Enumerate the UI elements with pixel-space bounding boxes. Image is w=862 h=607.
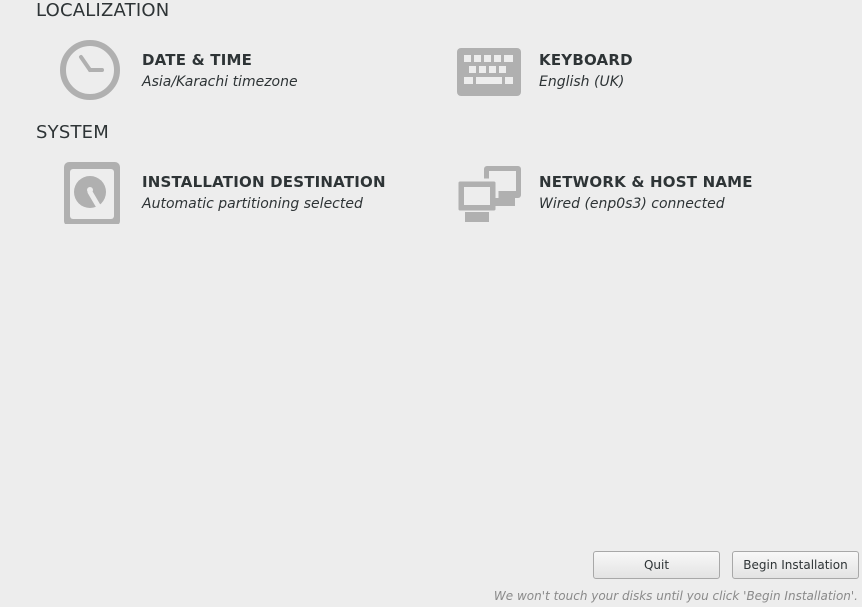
spoke-status: Wired (enp0s3) connected: [539, 196, 725, 212]
disk-warning-note: We won't touch your disks until you clic…: [493, 589, 858, 603]
spoke-title: DATE & TIME: [142, 51, 253, 69]
spoke-network-host-name[interactable]: NETWORK & HOST NAME Wired (enp0s3) conne…: [457, 160, 757, 226]
spoke-date-time[interactable]: DATE & TIME Asia/Karachi timezone: [60, 38, 360, 104]
begin-installation-button[interactable]: Begin Installation: [732, 551, 859, 579]
spoke-title: NETWORK & HOST NAME: [539, 173, 753, 191]
hard-disk-icon: [60, 160, 124, 224]
keyboard-icon: [457, 38, 521, 102]
section-heading-localization: LOCALIZATION: [36, 0, 170, 21]
spoke-status: Automatic partitioning selected: [142, 196, 363, 212]
spoke-title: INSTALLATION DESTINATION: [142, 173, 386, 191]
spoke-keyboard[interactable]: KEYBOARD English (UK): [457, 38, 757, 104]
spoke-status: Asia/Karachi timezone: [142, 74, 298, 90]
spoke-installation-destination[interactable]: INSTALLATION DESTINATION Automatic parti…: [60, 160, 400, 226]
network-computers-icon: [457, 160, 521, 224]
section-heading-system: SYSTEM: [36, 122, 109, 143]
spoke-status: English (UK): [539, 74, 625, 90]
clock-icon: [60, 38, 124, 102]
quit-button[interactable]: Quit: [593, 551, 720, 579]
spoke-title: KEYBOARD: [539, 51, 633, 69]
